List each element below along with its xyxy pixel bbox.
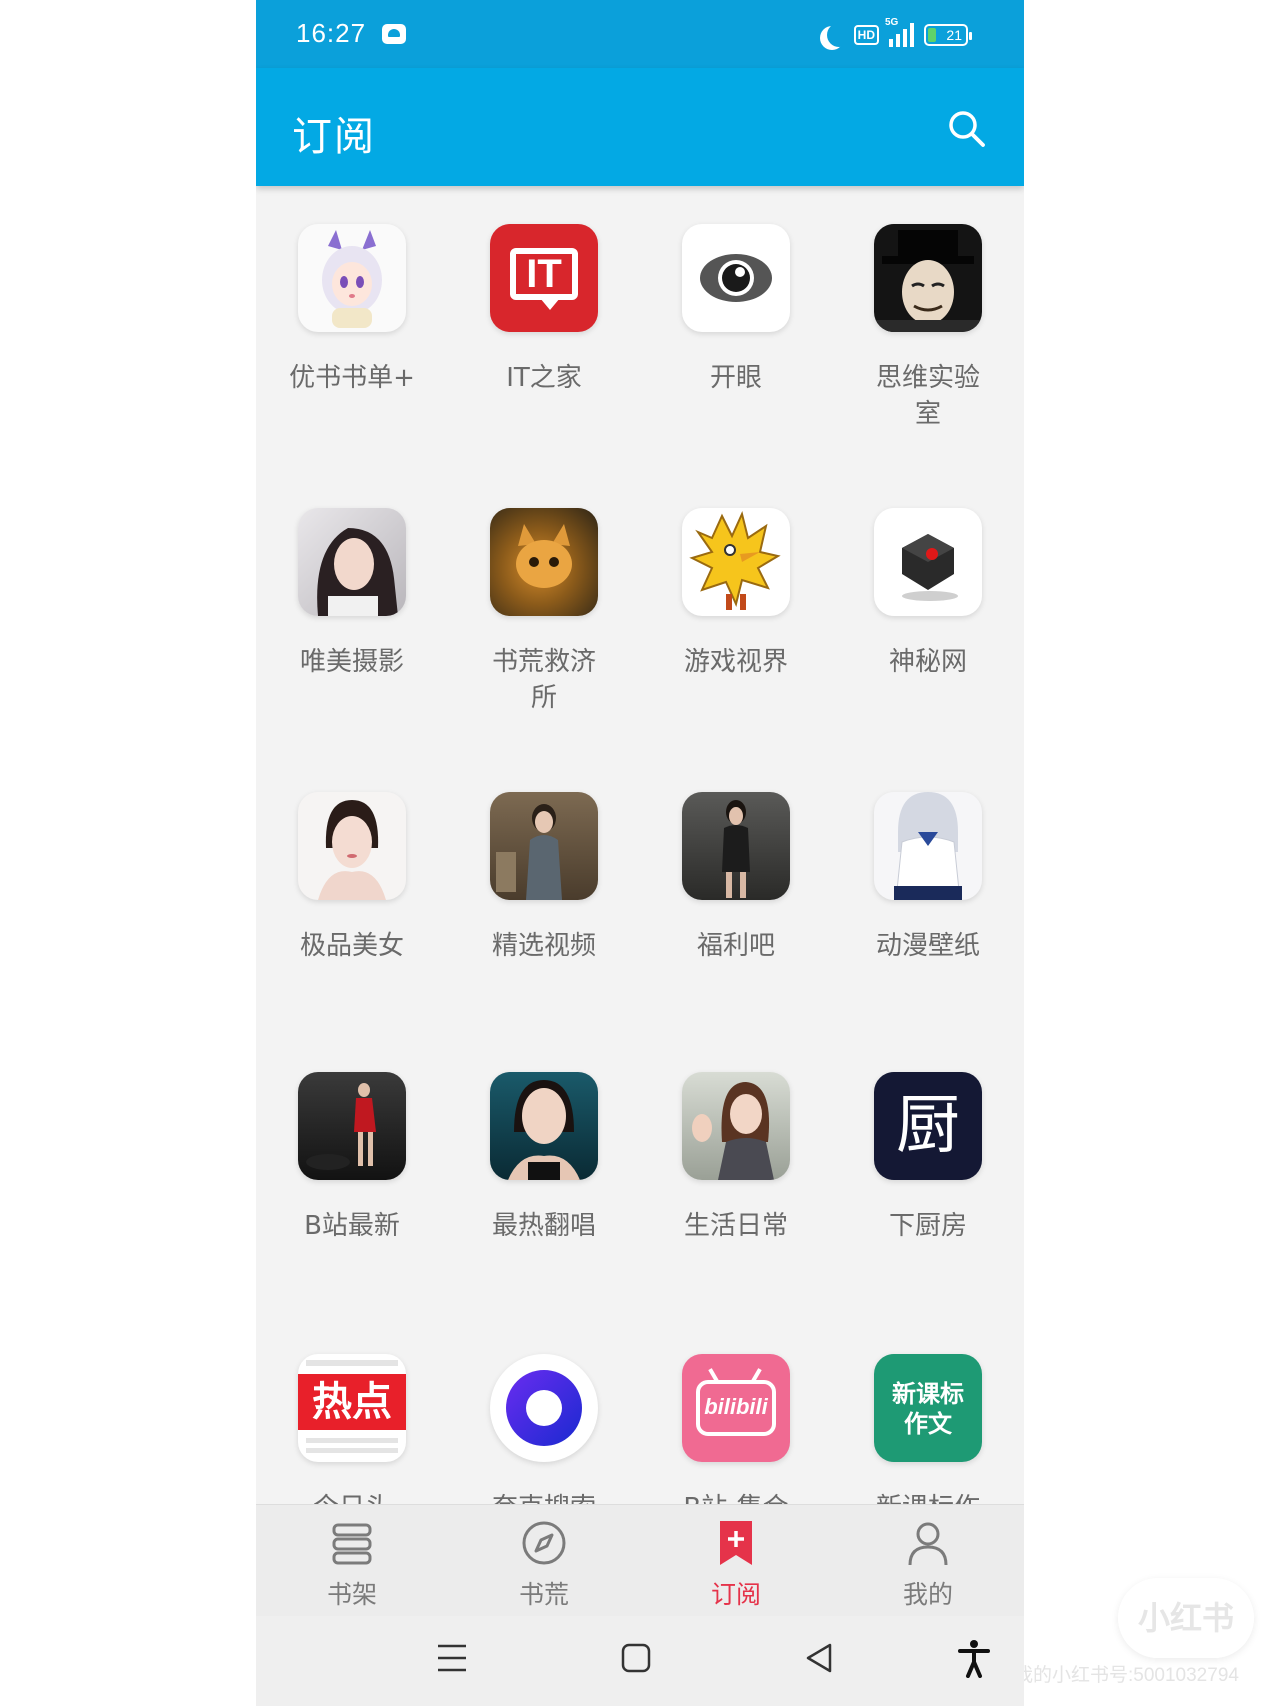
app-bar: 订阅 <box>256 68 1024 186</box>
subscription-label: 夸克搜索 <box>448 1490 640 1504</box>
subscription-label: 开眼 <box>709 363 762 393</box>
subscription-grid: 优书书单+ IT IT之家 开眼 思维实验室 唯美摄影 书荒救济所 游戏视界 神… <box>256 186 1024 1504</box>
subscription-label: B站最新 <box>304 1211 400 1241</box>
girl-waving-photo-icon <box>682 1072 790 1180</box>
bilibili-logo-text: bilibili <box>704 1394 768 1419</box>
mask-man-icon <box>874 224 982 332</box>
it-logo-text: IT <box>526 252 562 296</box>
subscription-item[interactable]: 最热翻唱 <box>448 1034 640 1314</box>
subscription-item[interactable]: 思维实验室 <box>832 186 1024 466</box>
bookmark-add-icon <box>720 1521 752 1565</box>
tab-discover[interactable]: 书荒 <box>448 1505 640 1617</box>
hd-badge: HD <box>853 25 879 45</box>
bilibili-logo-icon: bilibili <box>682 1354 790 1462</box>
subscription-item[interactable]: 新课标 作文 新课标作 <box>832 1316 1024 1504</box>
subscription-label: 下厨房 <box>888 1211 967 1241</box>
battery-icon: 21 <box>924 24 972 46</box>
subscription-item[interactable]: 生活日常 <box>640 1034 832 1314</box>
portrait-photo-icon <box>298 508 406 616</box>
subscription-label: 动漫壁纸 <box>875 931 980 961</box>
woman-portrait-icon <box>298 792 406 900</box>
subscription-label: 游戏视界 <box>683 647 788 677</box>
subscription-item[interactable]: 福利吧 <box>640 754 832 1034</box>
subscription-item[interactable]: 优书书单+ <box>256 186 448 466</box>
subscription-item[interactable]: B站最新 <box>256 1034 448 1314</box>
cat-photo-icon <box>490 508 598 616</box>
home-icon[interactable] <box>616 1638 656 1678</box>
subscription-item[interactable]: 游戏视界 <box>640 470 832 750</box>
signal-icon: 5G <box>885 17 914 47</box>
search-icon[interactable] <box>946 108 986 148</box>
subscription-item[interactable]: 动漫壁纸 <box>832 754 1024 1034</box>
subscription-item[interactable]: 开眼 <box>640 186 832 466</box>
curriculum-logo-text: 作文 <box>904 1410 952 1438</box>
subscription-label: 新课标作 <box>832 1490 1024 1504</box>
system-nav-bar <box>256 1616 1024 1706</box>
subscription-item[interactable]: 极品美女 <box>256 754 448 1034</box>
subscription-label: 福利吧 <box>696 931 775 961</box>
quark-logo-icon <box>490 1354 598 1462</box>
anime-uniform-icon <box>874 792 982 900</box>
subscription-item[interactable]: 神秘网 <box>832 470 1024 750</box>
subscription-label: 思维实验室 <box>875 363 980 429</box>
hot-news-logo-icon: 热点 <box>298 1354 406 1462</box>
bottom-nav: 书架 书荒 订阅 我的 <box>256 1504 1024 1616</box>
tab-label: 书荒 <box>518 1580 569 1609</box>
page-title: 订阅 <box>292 114 376 160</box>
bookshelf-icon <box>332 1523 372 1565</box>
status-bar: 16:27 HD 5G 21 <box>256 0 1024 68</box>
tab-bookshelf[interactable]: 书架 <box>256 1505 448 1617</box>
subscription-item[interactable]: 热点 今日头 <box>256 1316 448 1504</box>
subscription-label: 优书书单+ <box>289 363 415 393</box>
woman-street-photo-icon <box>682 792 790 900</box>
hot-logo-text: 热点 <box>312 1379 392 1425</box>
subscription-label: 神秘网 <box>888 647 967 677</box>
subscription-item[interactable]: 精选视频 <box>448 754 640 1034</box>
subscription-item[interactable]: 夸克搜索 <box>448 1316 640 1504</box>
subscription-item[interactable]: 厨 下厨房 <box>832 1034 1024 1314</box>
person-icon <box>908 1522 948 1566</box>
subscription-item[interactable]: IT IT之家 <box>448 186 640 466</box>
subscription-label: 精选视频 <box>491 931 596 961</box>
kitchen-logo-text: 厨 <box>896 1089 960 1163</box>
subscription-label: 极品美女 <box>299 931 404 961</box>
do-not-disturb-icon <box>827 23 851 47</box>
cube-icon <box>874 508 982 616</box>
subscription-label: 书荒救济所 <box>491 647 596 713</box>
it-home-logo-icon: IT <box>490 224 598 332</box>
tab-subscribe[interactable]: 订阅 <box>640 1505 832 1617</box>
woman-dress-photo-icon <box>490 792 598 900</box>
subscription-label: 今日头 <box>256 1490 448 1504</box>
watermark-account: 我的小红书号:5001032794 <box>1014 1665 1239 1686</box>
subscription-label: 生活日常 <box>683 1211 788 1241</box>
subscription-label: 唯美摄影 <box>299 647 404 677</box>
subscription-label: 最热翻唱 <box>491 1211 596 1241</box>
status-time: 16:27 <box>296 18 367 48</box>
eye-icon <box>682 224 790 332</box>
tab-label: 订阅 <box>710 1580 761 1609</box>
subscription-item[interactable]: 书荒救济所 <box>448 470 640 750</box>
compass-icon <box>522 1521 566 1565</box>
curriculum-logo-text: 新课标 <box>892 1380 964 1408</box>
subscription-label: B站-集合 <box>640 1490 832 1504</box>
tab-profile[interactable]: 我的 <box>832 1505 1024 1617</box>
subscription-item[interactable]: bilibili B站-集合 <box>640 1316 832 1504</box>
tab-label: 我的 <box>902 1580 953 1609</box>
network-type: 5G <box>885 17 899 28</box>
anime-girl-icon <box>298 224 406 332</box>
subscription-label: IT之家 <box>506 363 582 393</box>
chocobo-icon <box>682 508 790 616</box>
kitchen-logo-icon: 厨 <box>874 1072 982 1180</box>
subscription-item[interactable]: 唯美摄影 <box>256 470 448 750</box>
phone-screen: 16:27 HD 5G 21 订阅 优书书单+ IT IT之家 开眼 思维实验室… <box>256 0 1024 1706</box>
accessibility-icon[interactable] <box>954 1638 994 1678</box>
xiaohongshu-watermark: 小红书 <box>1118 1578 1254 1658</box>
notification-icon <box>382 24 406 44</box>
new-curriculum-logo-icon: 新课标 作文 <box>874 1354 982 1462</box>
tab-label: 书架 <box>326 1580 377 1609</box>
menu-icon[interactable] <box>432 1638 472 1678</box>
back-icon[interactable] <box>800 1638 840 1678</box>
girl-face-photo-icon <box>490 1072 598 1180</box>
dancer-photo-icon <box>298 1072 406 1180</box>
